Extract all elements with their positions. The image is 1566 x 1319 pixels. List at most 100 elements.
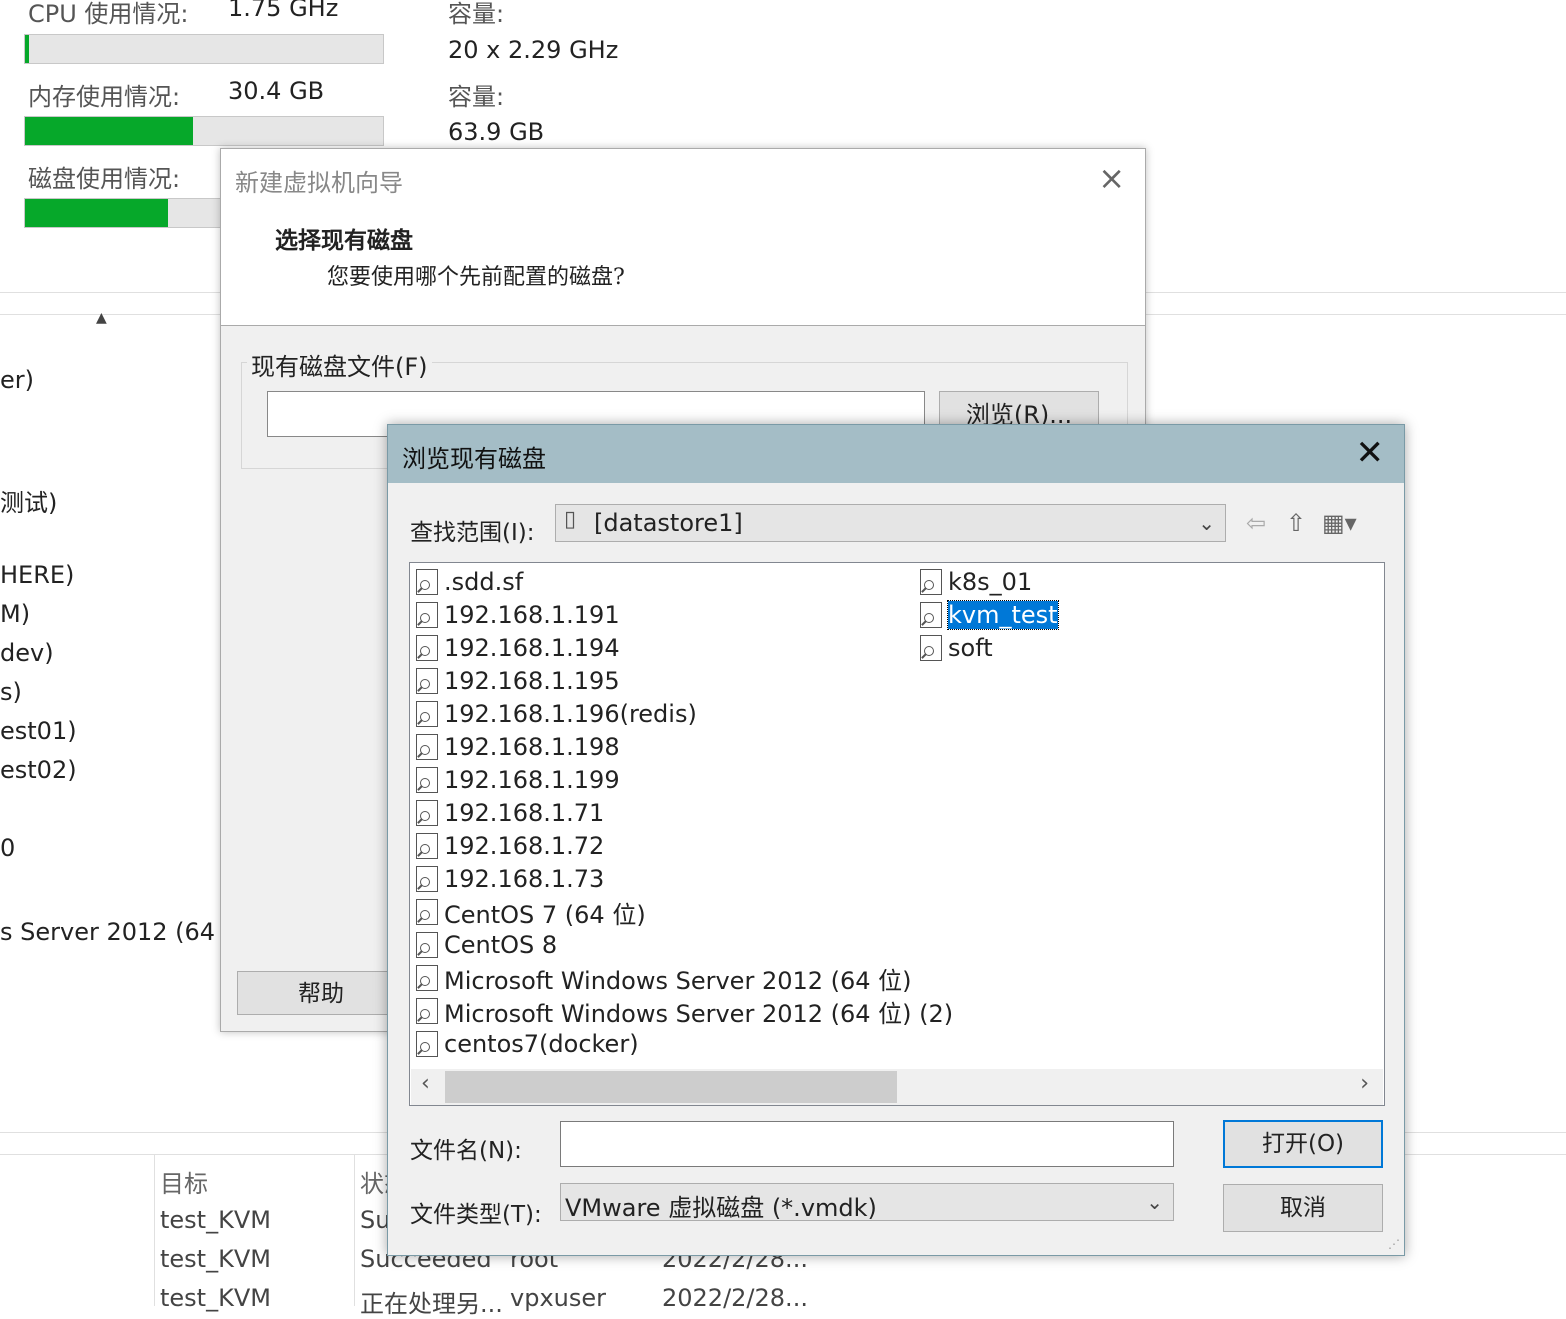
memory-usage-fill	[25, 117, 194, 145]
list-item[interactable]: est02)	[0, 756, 77, 784]
filename-input[interactable]	[560, 1121, 1174, 1167]
file-name: 192.168.1.198	[444, 733, 620, 761]
file-name: kvm_test	[947, 600, 1059, 630]
drive-icon: ▯	[564, 507, 577, 532]
disk-file-icon	[416, 800, 438, 826]
file-item[interactable]: CentOS 7 (64 位)	[416, 897, 646, 929]
file-item[interactable]: Microsoft Windows Server 2012 (64 位) (2)	[416, 996, 953, 1028]
cancel-button[interactable]: 取消	[1223, 1184, 1383, 1232]
chevron-down-icon[interactable]: ⌄	[1198, 511, 1215, 535]
browse-titlebar[interactable]: 浏览现有磁盘 ✕	[388, 425, 1404, 483]
list-item[interactable]: 测试)	[0, 483, 57, 518]
file-item[interactable]: 192.168.1.194	[416, 633, 620, 663]
file-item[interactable]: 192.168.1.196(redis)	[416, 699, 697, 729]
memory-usage-value: 30.4 GB	[228, 77, 325, 105]
list-item[interactable]: est01)	[0, 717, 77, 745]
browse-disk-dialog: 浏览现有磁盘 ✕ 查找范围(I): ▯ [datastore1] ⌄ ⇦ ⇧ ▦…	[387, 424, 1405, 1256]
file-item[interactable]: 192.168.1.73	[416, 864, 604, 894]
disk-file-icon	[416, 701, 438, 727]
file-item[interactable]: .sdd.sf	[416, 567, 523, 597]
table-cell-time: 2022/2/28...	[662, 1284, 808, 1312]
view-menu-icon[interactable]: ▦▾	[1322, 509, 1357, 537]
memory-capacity-value: 63.9 GB	[448, 118, 545, 146]
list-item[interactable]: er)	[0, 366, 34, 394]
scroll-left-icon[interactable]: ‹	[421, 1071, 430, 1096]
cpu-usage-value: 1.75 GHz	[228, 0, 339, 22]
list-item[interactable]: s Server 2012 (64 位	[0, 912, 247, 947]
file-item[interactable]: soft	[920, 633, 993, 663]
wizard-header: 选择现有磁盘 您要使用哪个先前配置的磁盘?	[221, 207, 1145, 326]
file-name: 192.168.1.71	[444, 799, 605, 827]
disk-file-icon	[416, 569, 438, 595]
disk-file-icon	[416, 932, 438, 958]
lookin-value: [datastore1]	[594, 509, 743, 537]
table-cell-target[interactable]: test_KVM	[160, 1206, 271, 1234]
file-item[interactable]: Microsoft Windows Server 2012 (64 位)	[416, 963, 912, 995]
file-name: 192.168.1.72	[444, 832, 605, 860]
file-name: k8s_01	[948, 568, 1033, 596]
file-name: CentOS 7 (64 位)	[444, 900, 646, 929]
scroll-right-icon[interactable]: ›	[1360, 1071, 1369, 1096]
list-item[interactable]: s)	[0, 678, 22, 706]
disk-file-icon	[416, 965, 438, 991]
file-name: Microsoft Windows Server 2012 (64 位)	[444, 966, 912, 995]
filetype-select[interactable]: VMware 虚拟磁盘 (*.vmdk) ⌄	[560, 1183, 1174, 1222]
list-item[interactable]: dev)	[0, 639, 54, 667]
file-name: 192.168.1.195	[444, 667, 620, 695]
list-item[interactable]: HERE)	[0, 561, 74, 589]
back-arrow-icon[interactable]: ⇦	[1246, 509, 1266, 537]
table-cell-target[interactable]: test_KVM	[160, 1245, 271, 1273]
disk-file-icon	[416, 998, 438, 1024]
existing-disk-group-label: 现有磁盘文件(F)	[247, 347, 432, 382]
file-item[interactable]: 192.168.1.72	[416, 831, 604, 861]
disk-file-icon	[416, 734, 438, 760]
column-divider	[354, 1155, 355, 1306]
table-cell-target[interactable]: test_KVM	[160, 1284, 271, 1312]
cpu-usage-bar	[24, 34, 384, 64]
open-button[interactable]: 打开(O)	[1223, 1120, 1383, 1168]
wizard-step-title: 选择现有磁盘	[275, 227, 413, 254]
file-item[interactable]: k8s_01	[920, 567, 1032, 597]
file-item[interactable]: 192.168.1.191	[416, 600, 620, 630]
file-item[interactable]: 192.168.1.71	[416, 798, 604, 828]
disk-file-icon	[416, 1031, 438, 1057]
file-item[interactable]: centos7(docker)	[416, 1029, 639, 1059]
chevron-down-icon[interactable]: ⌄	[1146, 1190, 1163, 1214]
memory-usage-label: 内存使用情况:	[28, 83, 181, 111]
browse-dialog-title: 浏览现有磁盘	[402, 445, 546, 473]
resize-grip-icon[interactable]: ⋰	[1388, 1237, 1400, 1251]
file-item[interactable]: 192.168.1.195	[416, 666, 620, 696]
file-item[interactable]: 192.168.1.199	[416, 765, 620, 795]
scrollbar-thumb[interactable]	[445, 1071, 897, 1103]
help-button[interactable]: 帮助	[237, 971, 405, 1015]
list-item[interactable]: 0	[0, 834, 15, 862]
column-header-target[interactable]: 目标	[160, 1164, 208, 1199]
cpu-usage-fill	[25, 35, 29, 63]
file-item[interactable]: kvm_test	[920, 600, 1059, 630]
lookin-select[interactable]: ▯ [datastore1] ⌄	[555, 504, 1226, 542]
list-item[interactable]: M)	[0, 600, 30, 628]
horizontal-scrollbar[interactable]: ‹ ›	[411, 1069, 1383, 1105]
wizard-step-subtitle: 您要使用哪个先前配置的磁盘?	[327, 265, 625, 290]
close-icon[interactable]: ✕	[1356, 433, 1385, 473]
disk-file-icon	[416, 899, 438, 925]
close-icon[interactable]: ×	[1098, 159, 1125, 197]
file-list[interactable]: .sdd.sf 192.168.1.191 192.168.1.194 192.168…	[409, 562, 1385, 1106]
disk-file-icon	[920, 602, 942, 628]
sort-ascending-icon[interactable]: ▲	[96, 310, 107, 326]
disk-file-icon	[416, 866, 438, 892]
disk-usage-label: 磁盘使用情况:	[28, 165, 181, 193]
disk-file-icon	[920, 635, 942, 661]
wizard-titlebar[interactable]: 新建虚拟机向导 ×	[221, 149, 1145, 207]
cpu-capacity-value: 20 x 2.29 GHz	[448, 36, 619, 64]
file-name: 192.168.1.191	[444, 601, 620, 629]
disk-file-icon	[416, 833, 438, 859]
file-item[interactable]: CentOS 8	[416, 930, 557, 960]
memory-capacity-label: 容量:	[448, 83, 505, 111]
up-folder-icon[interactable]: ⇧	[1286, 509, 1306, 537]
file-item[interactable]: 192.168.1.198	[416, 732, 620, 762]
file-name: 192.168.1.196(redis)	[444, 700, 697, 728]
cpu-capacity-label: 容量:	[448, 0, 505, 28]
disk-usage-fill	[25, 199, 169, 227]
file-name: soft	[948, 634, 993, 662]
